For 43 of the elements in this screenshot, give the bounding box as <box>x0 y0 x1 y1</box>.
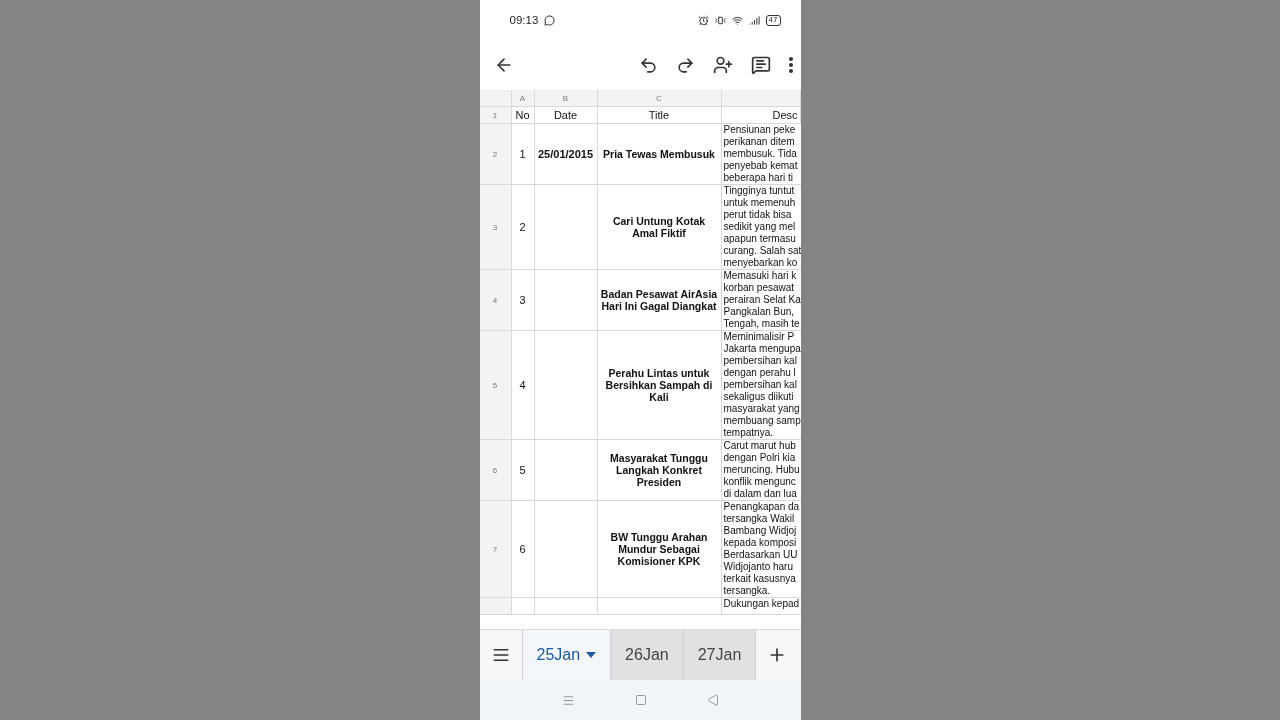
row-header[interactable]: 3 <box>479 185 512 269</box>
undo-icon <box>638 55 658 75</box>
alarm-icon <box>697 14 709 26</box>
sheet-tab[interactable]: 25Jan <box>521 630 611 680</box>
row-header[interactable]: 4 <box>479 270 512 330</box>
row-header[interactable]: 1 <box>479 107 512 123</box>
row-header[interactable]: 7 <box>479 501 512 597</box>
home-icon[interactable] <box>634 694 647 706</box>
more-button[interactable] <box>788 57 793 73</box>
undo-button[interactable] <box>638 55 658 75</box>
row-header[interactable]: 2 <box>479 124 512 184</box>
add-person-button[interactable] <box>712 55 733 75</box>
table-cell-text: Penangkapan da tersangka Wakil Bambang Widjoj kepada komposi Berdasarkan UU Widjojanto haru terkait kasusnya tersangka. <box>722 501 801 597</box>
table-cell-text: Carut marut hub dengan Polri kia meruncing. Hubu konflik mengunc di dalam dan lua <box>722 440 801 500</box>
column-header[interactable]: B <box>534 90 598 106</box>
table-cell-text: Dukungan kepad <box>722 598 801 611</box>
caret-icon <box>586 652 597 658</box>
row-header[interactable]: 6 <box>479 440 512 500</box>
column-header[interactable]: C <box>597 90 722 106</box>
list-icon <box>491 646 510 664</box>
table-cell-text: Meminimalisir P Jakarta mengupa pembersihan kal dengan perahu l pembersihan kal sekaligus diikuti masyarakat yang membuang samp tempatnya. <box>722 331 801 439</box>
sheet-tab[interactable]: 26Jan <box>610 630 683 680</box>
add-person-icon <box>712 55 733 75</box>
comment-button[interactable] <box>750 55 771 75</box>
sheet-tab[interactable]: 27Jan <box>682 630 756 680</box>
column-header[interactable]: A <box>511 90 535 106</box>
more-icon <box>788 57 793 73</box>
chat-app-icon <box>544 14 556 26</box>
redo-icon <box>675 55 695 75</box>
table-cell-text: Memasuki hari k korban pesawat perairan Selat Ka Pangkalan Bun, Tengah, masih te <box>722 270 801 330</box>
row-header[interactable]: 5 <box>479 331 512 439</box>
corner-cell[interactable] <box>479 90 512 106</box>
status-time: 09:13 <box>509 14 539 26</box>
table-cell-text: Tingginya tuntut untuk memenuh perut tidak bisa sedikit yang mel apapun termasu curang. Salah sat menyebarkan ko <box>722 185 801 269</box>
table-cell-text: Pensiunan peke perikanan ditem membusuk. Tida penyebab kemat beberapa hari ti <box>722 124 799 184</box>
redo-button[interactable] <box>675 55 695 75</box>
comment-icon <box>750 55 771 75</box>
signal-icon <box>748 14 760 26</box>
row-header[interactable] <box>479 598 512 614</box>
vibrate-icon <box>714 14 726 26</box>
menu-icon[interactable] <box>561 693 575 707</box>
back-icon[interactable] <box>706 694 719 706</box>
wifi-icon <box>731 14 743 26</box>
